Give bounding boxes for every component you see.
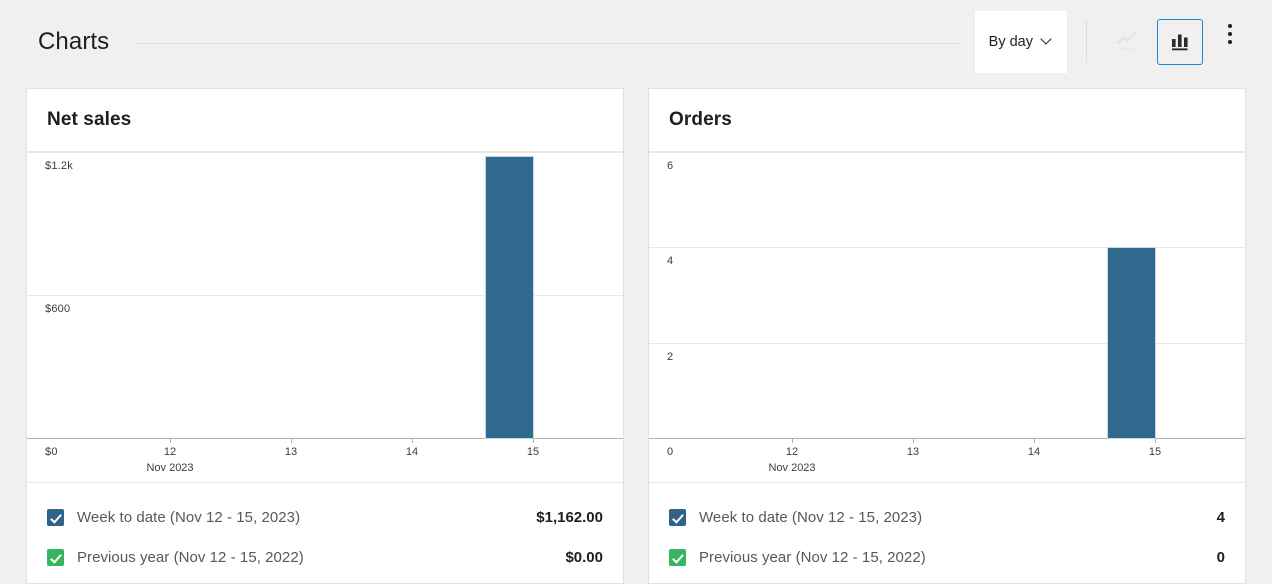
orders-xtick-14: 14 — [1027, 446, 1041, 458]
net-sales-chart-card: Net sales $1.2k $600 $0 12 Nov 2023 13 1… — [26, 88, 624, 584]
net-sales-gridline-1200 — [27, 152, 623, 153]
net-sales-xtick-15: 15 — [526, 446, 540, 458]
kebab-dot-1 — [1228, 24, 1232, 28]
net-sales-ytick-600: $600 — [45, 303, 71, 315]
net-sales-legend-label-0: Week to date (Nov 12 - 15, 2023) — [77, 508, 301, 526]
orders-legend-value-1: 0 — [1216, 548, 1225, 566]
checkbox-checked-icon[interactable] — [47, 508, 64, 526]
interval-select-label: By day — [988, 34, 1033, 50]
orders-bar-nov-15[interactable] — [1107, 247, 1156, 439]
orders-xtick-15: 15 — [1148, 446, 1162, 458]
orders-ytick-6: 6 — [667, 160, 674, 172]
orders-chart-card: Orders 6 4 2 0 12 Nov 2023 13 14 15 Week… — [648, 88, 1246, 584]
net-sales-legend-item-week-to-date[interactable]: Week to date (Nov 12 - 15, 2023) $1,162.… — [47, 497, 603, 537]
net-sales-chart: $1.2k $600 $0 12 Nov 2023 13 14 15 — [27, 152, 623, 482]
line-chart-toggle-button[interactable] — [1104, 19, 1150, 65]
net-sales-xtick-13: 13 — [284, 446, 298, 458]
chart-overflow-menu-button[interactable] — [1212, 11, 1248, 57]
net-sales-xtickmark-14 — [412, 439, 413, 443]
net-sales-legend-value-1: $0.00 — [565, 548, 603, 566]
charts-card-row: Net sales $1.2k $600 $0 12 Nov 2023 13 1… — [26, 88, 1247, 584]
checkbox-checked-icon[interactable] — [669, 548, 686, 566]
orders-legend-value-0: 4 — [1216, 508, 1225, 526]
net-sales-xtick-12-label: 12 — [163, 446, 177, 458]
net-sales-legend-item-previous-year[interactable]: Previous year (Nov 12 - 15, 2022) $0.00 — [47, 537, 603, 577]
orders-gridline-6 — [649, 152, 1245, 153]
net-sales-legend-label-1: Previous year (Nov 12 - 15, 2022) — [77, 548, 304, 566]
orders-legend-label-0: Week to date (Nov 12 - 15, 2023) — [699, 508, 923, 526]
orders-card-header: Orders — [649, 89, 1245, 152]
ellipsis-vertical-icon — [1228, 24, 1232, 44]
chevron-down-icon — [1042, 35, 1053, 46]
orders-xaxis-period-label: Nov 2023 — [768, 462, 816, 474]
net-sales-plot-area: $1.2k $600 $0 12 Nov 2023 13 14 15 — [27, 152, 623, 482]
interval-select[interactable]: By day — [974, 11, 1067, 73]
net-sales-xaxis-period-label: Nov 2023 — [146, 462, 194, 474]
orders-xtickmark-14 — [1034, 439, 1035, 443]
net-sales-bar-nov-15[interactable] — [485, 156, 534, 439]
chart-type-toggle-group — [1104, 11, 1203, 73]
net-sales-legend-value-0: $1,162.00 — [536, 508, 603, 526]
net-sales-ytick-1200: $1.2k — [45, 160, 73, 172]
title-divider — [137, 42, 961, 44]
orders-legend-item-previous-year[interactable]: Previous year (Nov 12 - 15, 2022) 0 — [669, 537, 1225, 577]
net-sales-xtickmark-15 — [533, 439, 534, 443]
net-sales-xtickmark-13 — [291, 439, 292, 443]
orders-legend-label-1: Previous year (Nov 12 - 15, 2022) — [699, 548, 926, 566]
orders-ytick-2: 2 — [667, 351, 674, 363]
bar-chart-toggle-button[interactable] — [1157, 19, 1203, 65]
controls-divider — [1086, 21, 1087, 63]
orders-xtick-12: 12 Nov 2023 — [768, 446, 815, 474]
orders-card-title: Orders — [669, 109, 732, 130]
charts-section-header: Charts By day — [0, 0, 1272, 84]
net-sales-card-title: Net sales — [47, 109, 132, 130]
orders-legend-item-week-to-date[interactable]: Week to date (Nov 12 - 15, 2023) 4 — [669, 497, 1225, 537]
orders-plot-area: 6 4 2 0 12 Nov 2023 13 14 15 — [649, 152, 1245, 482]
orders-ytick-4: 4 — [667, 255, 674, 267]
orders-xtickmark-12 — [792, 439, 793, 443]
orders-xtickmark-15 — [1155, 439, 1156, 443]
bar-chart-icon — [1168, 29, 1192, 56]
orders-legend: Week to date (Nov 12 - 15, 2023) 4 Previ… — [649, 482, 1245, 583]
checkbox-checked-icon[interactable] — [47, 548, 64, 566]
chart-header-controls: By day — [974, 11, 1248, 73]
checkbox-checked-icon[interactable] — [669, 508, 686, 526]
orders-chart: 6 4 2 0 12 Nov 2023 13 14 15 — [649, 152, 1245, 482]
orders-ytick-0: 0 — [667, 446, 674, 458]
orders-xtick-12-label: 12 — [785, 446, 799, 458]
page-title: Charts — [38, 28, 110, 55]
net-sales-xtick-12: 12 Nov 2023 — [146, 446, 193, 474]
orders-xtickmark-13 — [913, 439, 914, 443]
kebab-dot-2 — [1228, 32, 1232, 36]
kebab-dot-3 — [1228, 40, 1232, 44]
line-chart-icon — [1115, 29, 1139, 56]
orders-xtick-13: 13 — [906, 446, 920, 458]
net-sales-xtick-14: 14 — [405, 446, 419, 458]
net-sales-ytick-0: $0 — [45, 446, 58, 458]
net-sales-legend: Week to date (Nov 12 - 15, 2023) $1,162.… — [27, 482, 623, 583]
net-sales-xtickmark-12 — [170, 439, 171, 443]
net-sales-card-header: Net sales — [27, 89, 623, 152]
